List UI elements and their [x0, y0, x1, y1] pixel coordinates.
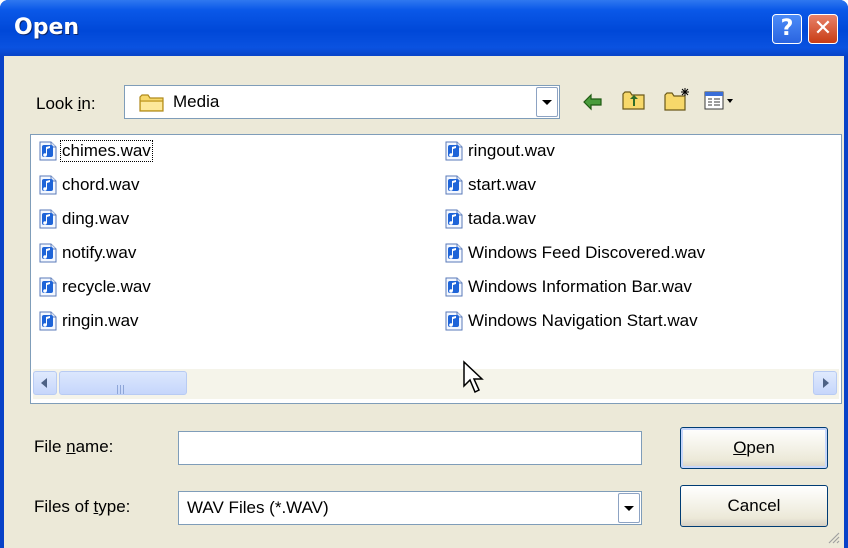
sound-file-icon — [39, 141, 57, 161]
file-item[interactable]: ringout.wav — [445, 138, 556, 164]
file-name-input[interactable] — [178, 431, 642, 465]
sound-file-icon — [39, 243, 57, 263]
open-button[interactable]: Open — [680, 427, 828, 469]
file-item[interactable]: notify.wav — [39, 240, 137, 266]
sound-file-icon — [445, 277, 463, 297]
sound-file-icon — [445, 311, 463, 331]
file-item[interactable]: start.wav — [445, 172, 537, 198]
file-name-label: File name: — [34, 437, 114, 456]
files-of-type-dropdown[interactable]: WAV Files (*.WAV) — [178, 491, 642, 525]
file-item-name: chimes.wav — [60, 140, 153, 162]
resize-grip-icon[interactable] — [826, 530, 840, 544]
file-item[interactable]: Windows Navigation Start.wav — [445, 308, 699, 334]
scroll-left-icon — [41, 378, 47, 388]
file-list[interactable]: chimes.wav chord.wav ding.wav notify.wav rec… — [30, 134, 842, 404]
look-in-dropdown-arrow[interactable] — [536, 87, 558, 117]
file-item-name: tada.wav — [468, 209, 537, 228]
up-one-level-icon[interactable] — [622, 89, 646, 111]
mouse-cursor-icon — [463, 360, 484, 394]
file-item-name: Windows Information Bar.wav — [468, 277, 692, 296]
window-title: Open — [14, 15, 80, 40]
help-icon: ? — [780, 16, 794, 41]
file-item-name: ringout.wav — [468, 141, 555, 160]
sound-file-icon — [39, 209, 57, 229]
dialog-body: Look in: Media chimes.wav chord.wav ding… — [4, 56, 844, 548]
file-item-name: ringin.wav — [62, 311, 139, 330]
file-item[interactable]: Windows Feed Discovered.wav — [445, 240, 706, 266]
open-dialog: Open ? ✕ Look in: Media chimes.wav chord… — [0, 0, 848, 548]
file-item-name: start.wav — [468, 175, 537, 194]
scroll-right-button[interactable] — [813, 371, 837, 395]
file-item[interactable]: Windows Information Bar.wav — [445, 274, 693, 300]
scroll-left-button[interactable] — [33, 371, 57, 395]
sound-file-icon — [39, 311, 57, 331]
file-item[interactable]: chord.wav — [39, 172, 140, 198]
file-item-name: ding.wav — [62, 209, 130, 228]
close-button[interactable]: ✕ — [808, 14, 838, 44]
folder-icon — [139, 94, 164, 112]
files-of-type-dropdown-arrow[interactable] — [618, 493, 640, 523]
sound-file-icon — [39, 175, 57, 195]
scroll-right-icon — [823, 378, 829, 388]
file-item[interactable]: tada.wav — [445, 206, 537, 232]
views-menu-icon[interactable] — [704, 90, 738, 112]
files-of-type-label: Files of type: — [34, 497, 131, 516]
new-folder-icon[interactable] — [664, 86, 692, 112]
cancel-button[interactable]: Cancel — [680, 485, 828, 527]
scroll-thumb[interactable] — [59, 371, 187, 395]
scroll-grip-icon — [117, 379, 127, 394]
file-item[interactable]: ding.wav — [39, 206, 130, 232]
file-item-name: recycle.wav — [62, 277, 151, 296]
help-button[interactable]: ? — [772, 14, 802, 44]
look-in-label: Look in: — [36, 94, 96, 113]
sound-file-icon — [445, 209, 463, 229]
file-item[interactable]: chimes.wav — [39, 138, 153, 164]
sound-file-icon — [445, 243, 463, 263]
files-of-type-value: WAV Files (*.WAV) — [187, 498, 329, 517]
file-item-name: notify.wav — [62, 243, 137, 262]
file-item[interactable]: recycle.wav — [39, 274, 152, 300]
look-in-dropdown[interactable]: Media — [124, 85, 560, 119]
close-icon: ✕ — [813, 16, 833, 41]
sound-file-icon — [39, 277, 57, 297]
file-item-name: Windows Feed Discovered.wav — [468, 243, 706, 262]
file-item-name: Windows Navigation Start.wav — [468, 311, 698, 330]
file-item-name: chord.wav — [62, 175, 140, 194]
file-item[interactable]: ringin.wav — [39, 308, 140, 334]
look-in-value: Media — [173, 92, 220, 111]
horizontal-scrollbar[interactable] — [33, 369, 839, 399]
sound-file-icon — [445, 141, 463, 161]
back-arrow-icon[interactable] — [582, 92, 604, 112]
title-bar[interactable]: Open ? ✕ — [0, 0, 848, 56]
sound-file-icon — [445, 175, 463, 195]
